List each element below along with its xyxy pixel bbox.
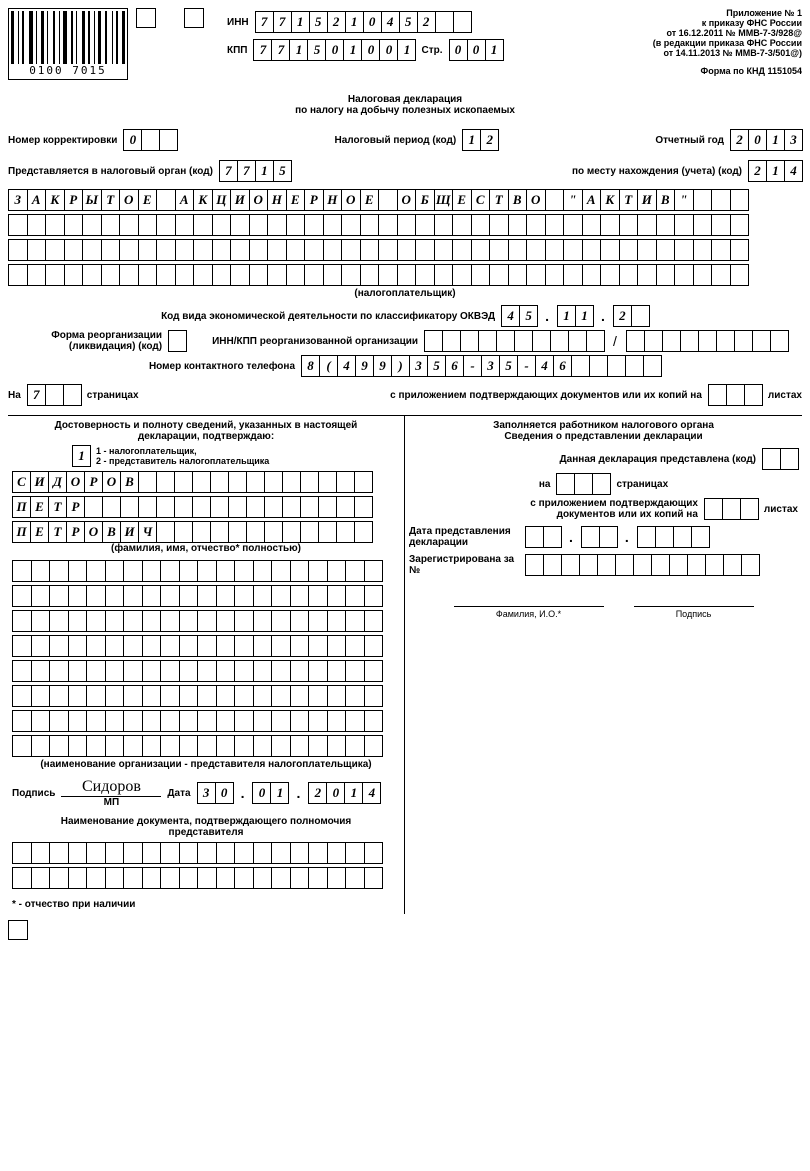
organ-cells[interactable]: 7715 [219,160,291,182]
who-opt1: 1 - налогоплательщик, [96,446,269,456]
patronymic-cells[interactable]: ПЕТРОВИЧ [12,521,400,543]
r-date-label: Дата представления декларации [409,526,519,548]
place-cells[interactable]: 214 [748,160,802,182]
reg-cells[interactable] [525,554,759,576]
title: Налоговая декларация по налогу на добычу… [8,94,802,116]
r-on-label: на [539,479,551,490]
inn-label: ИНН [227,17,249,28]
sheets-word: листах [768,390,802,401]
okved-cells[interactable]: 45 [501,305,537,327]
barcode: 0100 7015 [8,8,128,80]
checkbox[interactable] [184,8,204,28]
phone-cells[interactable]: 8(499)356-35-46 [301,355,661,377]
barcode-number: 0100 7015 [11,64,125,77]
r-sheets-word: листах [764,504,798,515]
taxpayer-note: (налогоплательщик) [8,288,802,299]
reorg-label: Форма реорганизации (ликвидация) (код) [22,330,162,352]
pages-cells[interactable]: 7 [27,384,81,406]
on-label: На [8,390,21,401]
present-cells[interactable] [762,448,798,470]
reorg-innkpp-label: ИНН/КПП реорганизованной организации [212,336,418,347]
who-opt2: 2 - представитель налогоплательщика [96,456,269,466]
date-year[interactable]: 2014 [308,782,380,804]
attach-cells[interactable] [708,384,762,406]
r-pages-word: страницах [616,479,668,490]
year-label: Отчетный год [655,135,724,146]
str-cells: 001 [449,39,503,61]
period-cells[interactable]: 12 [462,129,498,151]
right-title1: Заполняется работником налогового органа [409,420,798,431]
r-date-month[interactable] [581,526,617,548]
r-date-year[interactable] [637,526,709,548]
okved-cells[interactable]: 2 [613,305,649,327]
checkbox[interactable] [136,8,156,28]
okved-cells[interactable]: 11 [557,305,593,327]
lastname-cells[interactable]: СИДОРОВ [12,471,400,493]
kpp-cells[interactable]: 771501001 [253,39,415,61]
kpp-label: КПП [227,45,247,56]
tax-office-block: Заполняется работником налогового органа… [405,415,802,914]
r-pages-cells[interactable] [556,473,610,495]
footnote: * - отчество при наличии [12,899,400,910]
corr-cells[interactable]: 0 [123,129,177,151]
r-date-day[interactable] [525,526,561,548]
r-sign-label: Подпись [634,606,754,619]
doc-label: Наименование документа, подтверждающего … [12,816,400,838]
date-label: Дата [167,788,190,799]
reorg-kpp-cells[interactable] [626,330,788,352]
org-note: (наименование организации - представител… [12,759,400,770]
r-fio-label: Фамилия, И.О.* [454,606,604,619]
reorg-code-cell[interactable] [168,330,187,352]
signature: Сидоров [61,778,161,797]
place-label: по месту нахождения (учета) (код) [572,166,742,177]
doc-name-grid[interactable] [12,842,400,889]
present-label: Данная декларация представлена (код) [560,454,756,465]
r-attach-cells[interactable] [704,498,758,520]
header-block: 0100 7015 ИНН 7715210452 КПП 771501001 С… [8,8,802,80]
mp-label: МП [61,797,161,808]
confirmation-block: Достоверность и полноту сведений, указан… [8,415,405,914]
phone-label: Номер контактного телефона [149,361,295,372]
okved-label: Код вида экономической деятельности по к… [161,311,495,322]
firstname-cells[interactable]: ПЕТР [12,496,400,518]
str-label: Стр. [421,45,442,56]
corr-label: Номер корректировки [8,135,117,146]
inn-cells[interactable]: 7715210452 [255,11,471,33]
reorg-inn-cells[interactable] [424,330,604,352]
r-attach-label: с приложением подтверждающих документов … [518,498,698,520]
reg-label: Зарегистрирована за № [409,554,519,576]
pages-word: страницах [87,390,139,401]
who-code[interactable]: 1 [72,445,90,467]
appendix-text: Приложение № 1 к приказу ФНС России от 1… [653,8,802,76]
organ-label: Представляется в налоговый орган (код) [8,166,213,177]
checkbox-bottom[interactable] [8,920,28,940]
sign-label: Подпись [12,788,55,799]
date-day[interactable]: 30 [197,782,233,804]
left-title: Достоверность и полноту сведений, указан… [12,420,400,442]
fio-note: (фамилия, имя, отчество* полностью) [12,543,400,554]
period-label: Налоговый период (код) [335,135,457,146]
org-name-grid[interactable] [12,560,400,757]
year-cells[interactable]: 2013 [730,129,802,151]
attach-label: с приложением подтверждающих документов … [390,390,702,401]
right-title2: Сведения о представлении декларации [409,431,798,442]
date-month[interactable]: 01 [252,782,288,804]
taxpayer-name-grid[interactable]: ЗАКРЫТОЕАКЦИОНЕРНОЕОБЩЕСТВО"АКТИВ" [8,189,802,286]
